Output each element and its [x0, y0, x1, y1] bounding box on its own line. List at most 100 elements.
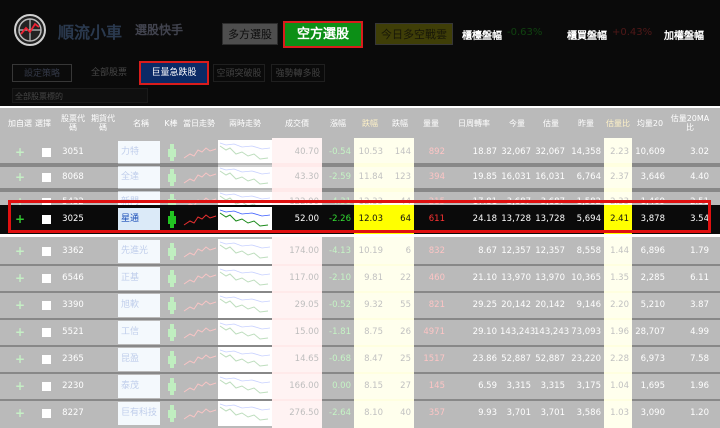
candle-body [168, 329, 176, 337]
stock-filter-select[interactable]: 全部股票標的 [12, 88, 148, 103]
col-header[interactable]: 估量20MA比 [668, 108, 712, 138]
col-header[interactable]: 股票代碼 [58, 108, 88, 138]
candle-body [168, 410, 176, 418]
col-header[interactable]: 選擇 [34, 108, 52, 138]
row-checkbox[interactable] [42, 382, 51, 391]
table-row[interactable]: +6546 正基 117.00 -2.10 9.81 22 460 21.10 13,970 13… [0, 264, 720, 293]
volume: 1517 [423, 354, 445, 364]
col-header[interactable]: 日周轉率 [448, 108, 500, 138]
tab-short-picks-frame[interactable]: 空方選股 [283, 21, 363, 48]
table-row[interactable]: +3025 星通 52.00 -2.26 12.03 64 611 24.18 13,728 13… [0, 205, 720, 234]
table-row[interactable]: +5521 工信 15.00 -1.81 8.75 26 4971 29.10 143,243 1… [0, 318, 720, 347]
ma20-ratio: 7.58 [690, 354, 709, 364]
volume: 145 [428, 381, 445, 391]
col-header[interactable]: 當日走勢 [180, 108, 218, 138]
stock-name[interactable]: 旭軟 [118, 294, 160, 317]
stock-name[interactable]: 正基 [118, 267, 160, 290]
row-checkbox[interactable] [42, 215, 51, 224]
plus-icon[interactable]: + [10, 205, 30, 234]
short-breakout-button[interactable]: 空頭突破股 [213, 64, 265, 82]
col-header[interactable]: 均量20 [632, 108, 668, 138]
col-header[interactable]: 期貨代碼 [88, 108, 118, 138]
drop-count: 27 [386, 372, 414, 401]
plus-icon[interactable]: + [10, 399, 30, 428]
stock-name[interactable]: 泰茂 [118, 375, 160, 398]
plus-icon[interactable]: + [10, 345, 30, 374]
drop-percent: 8.47 [354, 345, 386, 374]
stock-code: 3025 [62, 214, 84, 224]
stock-code: 3362 [62, 246, 84, 256]
strong-long-button[interactable]: 強勢轉多股 [271, 64, 325, 82]
col-header[interactable]: 名稱 [120, 108, 162, 138]
col-header[interactable]: 量量 [414, 108, 448, 138]
row-checkbox[interactable] [42, 274, 51, 283]
col-header[interactable]: 估量比 [604, 108, 632, 138]
volume-drop-button-frame[interactable]: 巨量急跌股 [139, 61, 209, 85]
two-day-sparkline [218, 293, 272, 318]
col-header[interactable]: 兩時走勢 [218, 108, 272, 138]
row-checkbox[interactable] [42, 247, 51, 256]
plus-icon[interactable]: + [10, 291, 30, 320]
col-header[interactable]: 估量 [534, 108, 568, 138]
estimated-volume: 13,970 [535, 273, 565, 283]
settings-strategy-button[interactable]: 設定策略 [12, 64, 72, 82]
col-header[interactable]: 昨量 [568, 108, 604, 138]
stock-name[interactable]: 先進光 [118, 240, 160, 263]
row-checkbox[interactable] [42, 409, 51, 418]
drop-percent: 12.03 [354, 205, 386, 234]
change: -1.81 [329, 327, 351, 337]
col-header[interactable]: 跌幅 [354, 108, 386, 138]
tab-long-picks[interactable]: 多方選股 [222, 23, 278, 45]
plus-icon[interactable]: + [10, 237, 30, 266]
volume-drop-button[interactable]: 巨量急跌股 [141, 63, 207, 83]
row-checkbox[interactable] [42, 355, 51, 364]
stock-code: 3390 [62, 300, 84, 310]
stock-name[interactable]: 星通 [118, 208, 160, 231]
change: -2.26 [329, 214, 351, 224]
drop-count: 40 [386, 399, 414, 428]
two-day-sparkline [218, 165, 272, 190]
tab-short-picks[interactable]: 空方選股 [285, 23, 361, 46]
turnover-rate: 23.86 [472, 354, 497, 364]
app-header: 順流小車 選股快手 多方選股 空方選股 今日多空戰雲 櫃檯盤幅 -0.63% 櫃… [0, 0, 720, 60]
stock-name[interactable]: 工信 [118, 321, 160, 344]
col-header[interactable]: 加自選 [8, 108, 32, 138]
plus-icon[interactable]: + [10, 318, 30, 347]
estimated-ratio: 2.20 [604, 291, 632, 320]
change: -0.52 [329, 300, 351, 310]
table-row[interactable]: +2365 昆盈 14.65 -0.68 8.47 25 1517 23.86 52,887 52… [0, 345, 720, 374]
row-checkbox[interactable] [42, 301, 51, 310]
two-day-sparkline [218, 140, 272, 165]
col-header[interactable]: 漲幅 [322, 108, 354, 138]
stock-name[interactable]: 全達 [118, 166, 160, 189]
price: 276.50 [272, 399, 322, 428]
table-row[interactable]: +3390 旭軟 29.05 -0.52 9.32 55 821 29.25 20,142 20,… [0, 291, 720, 320]
plus-icon[interactable]: + [10, 264, 30, 293]
stock-code: 5521 [62, 327, 84, 337]
row-checkbox[interactable] [42, 173, 51, 182]
stock-code: 6546 [62, 273, 84, 283]
table-row[interactable]: +8227 巨有科技 276.50 -2.64 8.10 40 357 9.93 3,701 3,… [0, 399, 720, 428]
otc-value: -0.63% [507, 27, 543, 38]
price: 174.00 [272, 237, 322, 266]
stock-code: 2365 [62, 354, 84, 364]
col-header[interactable]: K棒 [162, 108, 180, 138]
all-stocks-button[interactable]: 全部股票 [84, 64, 134, 82]
candle-body [168, 275, 176, 283]
table-row[interactable]: +2230 泰茂 166.00 0.00 8.15 27 145 6.59 3,315 3,315… [0, 372, 720, 401]
stock-name[interactable]: 力特 [118, 141, 160, 164]
price: 117.00 [272, 264, 322, 293]
table-row[interactable]: +3362 先進光 174.00 -4.13 10.19 6 832 8.67 12,357 12… [0, 237, 720, 266]
stock-name[interactable]: 昆盈 [118, 348, 160, 371]
yesterday-volume: 73,093 [571, 327, 601, 337]
row-checkbox[interactable] [42, 148, 51, 157]
stock-name[interactable]: 巨有科技 [118, 402, 160, 425]
today-volume: 12,357 [501, 246, 531, 256]
col-header[interactable]: 成交價 [272, 108, 322, 138]
col-header[interactable]: 今量 [500, 108, 534, 138]
col-header[interactable]: 跌幅 [386, 108, 414, 138]
tab-today-battle[interactable]: 今日多空戰雲 [375, 23, 453, 45]
plus-icon[interactable]: + [10, 372, 30, 401]
row-checkbox[interactable] [42, 328, 51, 337]
price: 166.00 [272, 372, 322, 401]
